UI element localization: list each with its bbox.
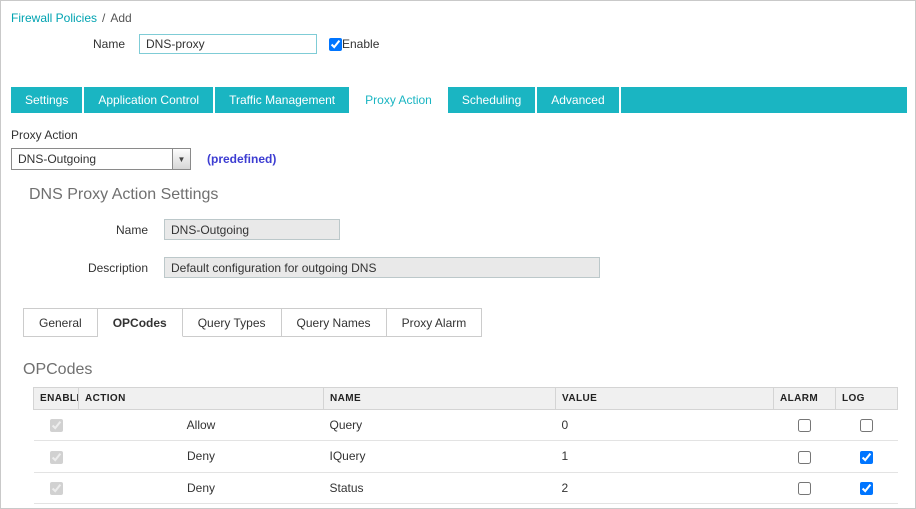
breadcrumb-separator: / bbox=[102, 11, 106, 25]
subtab-proxy-alarm[interactable]: Proxy Alarm bbox=[386, 308, 483, 337]
breadcrumb: Firewall Policies / Add bbox=[1, 1, 915, 25]
dropdown-arrow-icon[interactable]: ▼ bbox=[172, 149, 190, 169]
alarm-checkbox[interactable] bbox=[798, 450, 811, 464]
proxy-action-row: DNS-Outgoing ▼ (predefined) bbox=[11, 148, 915, 170]
subtab-query-names[interactable]: Query Names bbox=[281, 308, 387, 337]
enabled-checkbox[interactable] bbox=[49, 419, 63, 433]
action-cell: Allow bbox=[78, 503, 324, 508]
proxy-description-readonly-field: Default configuration for outgoing DNS bbox=[164, 257, 600, 278]
table-row: Deny Status 2 bbox=[33, 472, 898, 504]
value-cell: 0 bbox=[555, 409, 774, 442]
log-checkbox[interactable] bbox=[860, 481, 873, 495]
enabled-checkbox[interactable] bbox=[49, 450, 63, 464]
tab-proxy-action[interactable]: Proxy Action bbox=[351, 87, 446, 113]
proxy-name-row: Name DNS-Outgoing bbox=[11, 219, 915, 240]
value-cell: 1 bbox=[555, 440, 774, 473]
name-cell: Status bbox=[323, 472, 556, 504]
table-row: Deny IQuery 1 bbox=[33, 440, 898, 473]
breadcrumb-firewall-policies-link[interactable]: Firewall Policies bbox=[11, 11, 97, 25]
subtab-general[interactable]: General bbox=[23, 308, 98, 337]
tab-settings[interactable]: Settings bbox=[11, 87, 83, 113]
table-row: AllowNotify4 bbox=[33, 503, 898, 508]
table-row: Allow Query 0 bbox=[33, 409, 898, 442]
predefined-note: (predefined) bbox=[207, 152, 277, 166]
tab-bar-filler bbox=[620, 87, 907, 113]
policy-name-row: Name Enable bbox=[1, 34, 915, 54]
breadcrumb-current: Add bbox=[110, 11, 132, 25]
enable-checkbox-label: Enable bbox=[342, 37, 380, 51]
proxy-sub-tab-bar: General OPCodes Query Types Query Names … bbox=[23, 308, 483, 337]
proxy-name-readonly-field: DNS-Outgoing bbox=[164, 219, 340, 240]
main-tab-bar: Settings Application Control Traffic Man… bbox=[11, 87, 907, 113]
column-header-alarm: ALARM bbox=[773, 387, 836, 410]
tab-scheduling[interactable]: Scheduling bbox=[447, 87, 536, 113]
column-header-log: LOG bbox=[835, 387, 898, 410]
tab-advanced[interactable]: Advanced bbox=[537, 87, 619, 113]
proxy-description-label: Description bbox=[87, 260, 148, 275]
name-cell: IQuery bbox=[323, 440, 556, 473]
subtab-query-types[interactable]: Query Types bbox=[182, 308, 282, 337]
tab-application-control[interactable]: Application Control bbox=[84, 87, 214, 113]
opcodes-section-title: OPCodes bbox=[23, 361, 93, 378]
tab-traffic-management[interactable]: Traffic Management bbox=[215, 87, 350, 113]
name-cell: Notify bbox=[323, 503, 556, 508]
log-checkbox[interactable] bbox=[860, 419, 873, 433]
action-cell: Allow bbox=[78, 409, 324, 442]
proxy-action-label: Proxy Action bbox=[11, 128, 78, 142]
column-header-name: NAME bbox=[323, 387, 556, 410]
alarm-checkbox[interactable] bbox=[798, 481, 811, 495]
column-header-enabled: ENABLED bbox=[33, 387, 79, 410]
policy-name-input[interactable] bbox=[139, 34, 317, 54]
opcodes-table: ENABLED ACTION NAME VALUE ALARM LOG Allo… bbox=[33, 387, 898, 508]
proxy-description-row: Description Default configuration for ou… bbox=[11, 257, 915, 278]
proxy-action-panel: Proxy Action DNS-Outgoing ▼ (predefined)… bbox=[1, 128, 915, 508]
opcodes-table-body: AllowQuery0DenyIQuery1DenyStatus2AllowNo… bbox=[33, 409, 898, 508]
opcodes-table-header: ENABLED ACTION NAME VALUE ALARM LOG bbox=[33, 387, 898, 410]
proxy-action-dropdown[interactable]: DNS-Outgoing ▼ bbox=[11, 148, 191, 170]
dns-proxy-settings-title: DNS Proxy Action Settings bbox=[29, 186, 219, 203]
subtab-opcodes[interactable]: OPCodes bbox=[97, 308, 183, 337]
alarm-checkbox[interactable] bbox=[798, 419, 811, 433]
action-cell: Deny bbox=[78, 440, 324, 473]
value-cell: 2 bbox=[555, 472, 774, 504]
name-cell: Query bbox=[323, 409, 556, 442]
enabled-checkbox[interactable] bbox=[49, 481, 63, 495]
proxy-name-label: Name bbox=[115, 222, 148, 237]
proxy-action-selected-value: DNS-Outgoing bbox=[18, 152, 97, 166]
action-cell: Deny bbox=[78, 472, 324, 504]
enable-checkbox-group: Enable bbox=[329, 37, 379, 51]
log-checkbox[interactable] bbox=[860, 450, 873, 464]
column-header-action: ACTION bbox=[78, 387, 324, 410]
column-header-value: VALUE bbox=[555, 387, 774, 410]
value-cell: 4 bbox=[555, 503, 774, 508]
policy-name-label: Name bbox=[92, 37, 125, 51]
firewall-policy-page: Firewall Policies / Add Name Enable Settin… bbox=[0, 0, 916, 509]
enable-checkbox[interactable] bbox=[329, 37, 342, 51]
